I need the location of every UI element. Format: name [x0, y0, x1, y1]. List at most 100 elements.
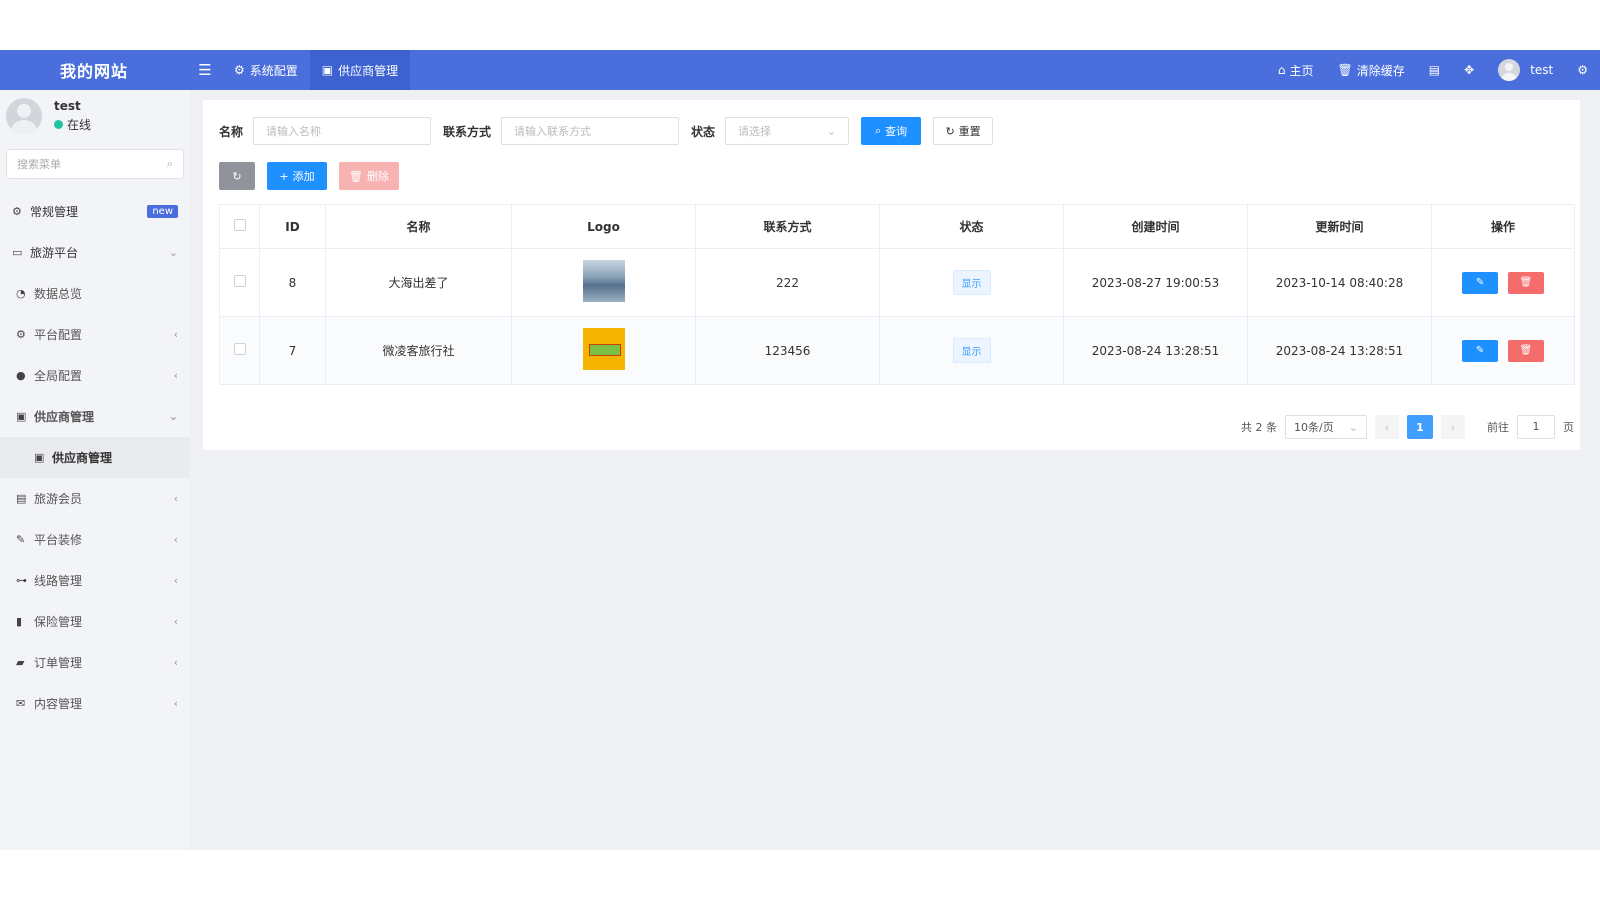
- query-button[interactable]: ⌕ 查询: [861, 117, 922, 145]
- table-header-row: ID 名称 Logo 联系方式 状态 创建时间 更新时间 操作: [219, 204, 1575, 249]
- sidebar-item-routes[interactable]: ⊶ 线路管理 ‹: [0, 560, 190, 601]
- cell-status: 显示: [879, 316, 1064, 385]
- col-updated[interactable]: 更新时间: [1247, 204, 1432, 249]
- col-name[interactable]: 名称: [325, 204, 512, 249]
- col-id[interactable]: ID: [259, 204, 326, 249]
- supplier-table: ID 名称 Logo 联系方式 状态 创建时间 更新时间 操作 8 大海出差了 …: [219, 204, 1575, 385]
- home-icon: ⌂: [1277, 63, 1286, 77]
- menu-toggle-icon[interactable]: ☰: [188, 50, 222, 90]
- col-actions: 操作: [1431, 204, 1575, 249]
- pagination: 共 2 条 10条/页 ⌄ ‹ 1 › 前往 1 页: [1241, 415, 1574, 439]
- tab-system-config[interactable]: ⚙ 系统配置: [222, 50, 310, 90]
- avatar: [1498, 59, 1521, 81]
- page-number-button[interactable]: 1: [1407, 415, 1433, 439]
- cell-id: 7: [259, 316, 326, 385]
- status-text: 在线: [67, 118, 92, 132]
- cell-actions: ✎ 🗑: [1431, 316, 1575, 385]
- page-size-select[interactable]: 10条/页 ⌄: [1285, 415, 1367, 439]
- cell-contact: 222: [695, 248, 880, 317]
- goto-label: 前往: [1487, 421, 1509, 434]
- tab-supplier-management[interactable]: ▣ 供应商管理: [309, 50, 411, 90]
- language-icon[interactable]: ▤: [1417, 50, 1452, 90]
- sidebar-item-decoration[interactable]: ✎ 平台装修 ‹: [0, 519, 190, 560]
- chevron-down-icon: ⌄: [168, 410, 178, 423]
- edit-button[interactable]: ✎: [1462, 271, 1499, 294]
- delete-button[interactable]: 🗑 删除: [339, 162, 399, 190]
- sidebar-item-supplier[interactable]: ▣ 供应商管理: [0, 437, 190, 478]
- sidebar-item-members[interactable]: ▤ 旅游会员 ‹: [0, 478, 190, 519]
- row-checkbox[interactable]: [233, 275, 246, 287]
- sidebar-item-platform-config[interactable]: ⚙ 平台配置 ‹: [0, 314, 190, 355]
- sidebar-item-general[interactable]: ⚙ 常规管理 new: [0, 191, 190, 232]
- chevron-left-icon: ‹: [173, 369, 178, 382]
- col-contact[interactable]: 联系方式: [695, 204, 880, 249]
- col-created[interactable]: 创建时间: [1063, 204, 1248, 249]
- sidebar-item-orders[interactable]: ▰ 订单管理 ‹: [0, 642, 190, 683]
- filter-bar: 名称 请输入名称 联系方式 请输入联系方式 状态 请选择 ⌄ ⌕ 查询 ↻ 重置: [219, 117, 994, 145]
- chevron-left-icon: ‹: [173, 574, 178, 587]
- page-suffix: 页: [1563, 421, 1574, 434]
- chevron-down-icon: ⌄: [1348, 420, 1358, 434]
- delete-row-button[interactable]: 🗑: [1507, 271, 1544, 294]
- tab-label: 供应商管理: [338, 63, 399, 78]
- logo-image[interactable]: [582, 328, 625, 370]
- select-all-checkbox[interactable]: [233, 219, 246, 231]
- chevron-left-icon: ‹: [173, 533, 178, 546]
- menu-search-input[interactable]: 搜索菜单 ⌕: [6, 149, 184, 179]
- idcard-icon: ▤: [16, 492, 27, 505]
- refresh-icon: ↻: [232, 169, 242, 183]
- building-icon: ▣: [321, 63, 334, 77]
- sidebar-item-travel-platform[interactable]: ▭ 旅游平台 ⌄: [0, 232, 190, 273]
- contact-input[interactable]: 请输入联系方式: [501, 117, 680, 145]
- next-page-button[interactable]: ›: [1441, 415, 1465, 439]
- file-icon: ▮: [16, 615, 23, 628]
- status-select[interactable]: 请选择 ⌄: [725, 117, 850, 145]
- clear-cache-button[interactable]: 🗑 清除缓存: [1326, 50, 1417, 90]
- cell-actions: ✎ 🗑: [1431, 248, 1575, 317]
- chevron-left-icon: ‹: [173, 656, 178, 669]
- mail-icon: ✉: [16, 697, 26, 710]
- table-row: 7 微凌客旅行社 123456 显示 2023-08-24 13:28:51 2…: [219, 316, 1575, 385]
- usb-icon: ⊶: [16, 574, 27, 587]
- chevron-down-icon: ⌄: [826, 124, 837, 138]
- row-checkbox[interactable]: [233, 343, 246, 355]
- cell-updated: 2023-08-24 13:28:51: [1247, 316, 1432, 385]
- sidebar-item-supplier-group[interactable]: ▣ 供应商管理 ⌄: [0, 396, 190, 437]
- status-badge: 显示: [952, 338, 991, 363]
- home-label: 主页: [1289, 63, 1314, 78]
- chevron-left-icon: ‹: [173, 492, 178, 505]
- col-logo[interactable]: Logo: [511, 204, 696, 249]
- add-button[interactable]: + 添加: [267, 162, 327, 190]
- select-all-cell: [219, 204, 260, 249]
- chevron-left-icon: ‹: [173, 328, 178, 341]
- home-link[interactable]: ⌂ 主页: [1266, 50, 1326, 90]
- pencil-icon: ✎: [1475, 277, 1485, 288]
- col-status[interactable]: 状态: [879, 204, 1064, 249]
- delete-row-button[interactable]: 🗑: [1507, 339, 1544, 362]
- fullscreen-icon[interactable]: ✥: [1452, 50, 1486, 90]
- sidebar: test 在线 搜索菜单 ⌕ ⚙ 常规管理 new ▭ 旅游平台 ⌄ ◔ 数据总…: [0, 90, 190, 850]
- chevron-left-icon: ‹: [173, 697, 178, 710]
- sidebar-item-content[interactable]: ✉ 内容管理 ‹: [0, 683, 190, 724]
- trash-icon: 🗑: [1519, 277, 1533, 288]
- refresh-icon: ↻: [945, 124, 955, 138]
- cell-name: 大海出差了: [325, 248, 512, 317]
- prev-page-button[interactable]: ‹: [1375, 415, 1399, 439]
- logo-image[interactable]: [582, 260, 625, 302]
- reset-button[interactable]: ↻ 重置: [933, 117, 994, 145]
- edit-button[interactable]: ✎: [1462, 339, 1499, 362]
- settings-cogs-icon[interactable]: ⚙: [1565, 50, 1600, 90]
- site-brand[interactable]: 我的网站: [0, 58, 188, 82]
- cell-created: 2023-08-24 13:28:51: [1063, 316, 1248, 385]
- sidebar-user-name: test: [54, 99, 81, 113]
- sidebar-item-dashboard[interactable]: ◔ 数据总览: [0, 273, 190, 314]
- contact-label: 联系方式: [443, 124, 492, 139]
- row-select-cell: [219, 316, 260, 385]
- sidebar-item-global-config[interactable]: ● 全局配置 ‹: [0, 355, 190, 396]
- refresh-button[interactable]: ↻: [219, 162, 255, 190]
- user-menu[interactable]: test: [1486, 50, 1565, 90]
- sidebar-item-insurance[interactable]: ▮ 保险管理 ‹: [0, 601, 190, 642]
- name-input[interactable]: 请输入名称: [253, 117, 432, 145]
- search-icon: ⌕: [166, 157, 173, 170]
- goto-page-input[interactable]: 1: [1517, 415, 1555, 439]
